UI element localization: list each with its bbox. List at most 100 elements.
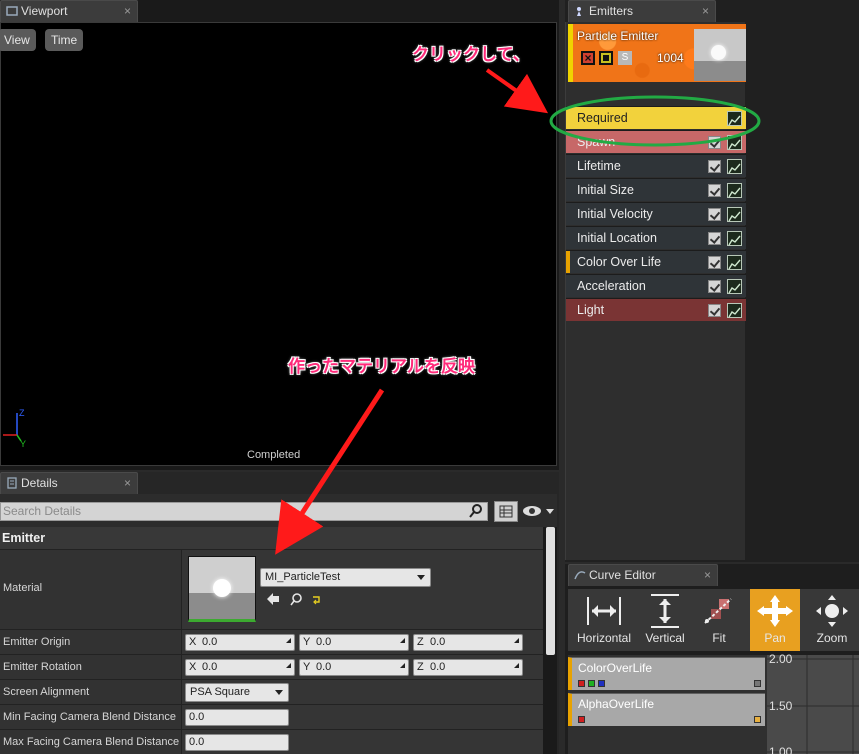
- module-required[interactable]: Required: [566, 106, 746, 129]
- zoom-button[interactable]: Zoom: [806, 589, 858, 651]
- module-initial-size[interactable]: Initial Size: [566, 178, 746, 201]
- search-details-input[interactable]: Search Details: [0, 502, 488, 521]
- spin-handle-icon[interactable]: [514, 638, 519, 643]
- enable-checkbox[interactable]: [708, 280, 721, 293]
- view-options-button[interactable]: [494, 501, 518, 522]
- track-toggle[interactable]: [754, 680, 761, 687]
- blue-channel-swatch[interactable]: [598, 680, 605, 687]
- category-emitter[interactable]: Emitter: [0, 527, 543, 549]
- red-channel-swatch[interactable]: [578, 680, 585, 687]
- visibility-eye-icon[interactable]: [522, 503, 556, 519]
- z-value-input[interactable]: Z 0.0: [413, 634, 523, 651]
- enable-checkbox[interactable]: [708, 184, 721, 197]
- close-icon[interactable]: ×: [704, 565, 711, 585]
- module-label: Acceleration: [577, 279, 646, 293]
- curve-toggle-icon[interactable]: [727, 183, 742, 198]
- scrollbar-thumb[interactable]: [546, 527, 555, 655]
- y-value-input[interactable]: Y 0.0: [299, 634, 409, 651]
- reset-to-default-icon[interactable]: [312, 595, 322, 605]
- x-value-input[interactable]: X 0.0: [185, 634, 295, 651]
- curve-toggle-icon[interactable]: [727, 135, 742, 150]
- axis-label: X: [189, 636, 197, 648]
- max-blend-input[interactable]: 0.0: [185, 734, 289, 751]
- horizontal-label: Horizontal: [576, 631, 632, 645]
- module-label: Spawn: [577, 135, 616, 149]
- view-button[interactable]: View: [0, 29, 36, 51]
- tab-viewport[interactable]: Viewport ×: [0, 0, 138, 22]
- enable-checkbox[interactable]: [708, 208, 721, 221]
- tab-details-label: Details: [21, 476, 58, 490]
- enable-checkbox[interactable]: [708, 304, 721, 317]
- browse-search-icon[interactable]: [290, 593, 304, 607]
- spin-handle-icon[interactable]: [286, 663, 291, 668]
- z-value-input[interactable]: Z 0.0: [413, 659, 523, 676]
- emitter-header[interactable]: Particle Emitter × S 1004: [568, 24, 746, 82]
- horizontal-fit-button[interactable]: Horizontal: [570, 589, 638, 651]
- module-light[interactable]: Light: [566, 298, 746, 321]
- curve-track-color[interactable]: ColorOverLife: [568, 657, 765, 690]
- enable-checkbox[interactable]: [708, 136, 721, 149]
- tab-details[interactable]: Details ×: [0, 472, 138, 494]
- min-blend-input[interactable]: 0.0: [185, 709, 289, 726]
- alpha-channel-swatch[interactable]: [578, 716, 585, 723]
- module-label: Color Over Life: [577, 255, 662, 269]
- tab-emitters[interactable]: Emitters ×: [568, 0, 716, 22]
- module-color-over-life[interactable]: Color Over Life: [566, 250, 746, 273]
- y-value-input[interactable]: Y 0.0: [299, 659, 409, 676]
- x-value-input[interactable]: X 0.0: [185, 659, 295, 676]
- close-icon[interactable]: ×: [124, 1, 131, 21]
- material-annotation: 作ったマテリアルを反映: [288, 357, 475, 376]
- viewport-canvas[interactable]: View Time Z Y Completed: [0, 22, 557, 466]
- curve-toggle-icon[interactable]: [727, 255, 742, 270]
- curve-toggle-icon[interactable]: [727, 231, 742, 246]
- grid-view-icon: [499, 505, 513, 518]
- tab-curve-editor[interactable]: Curve Editor ×: [568, 564, 718, 586]
- click-annotation: クリックして、: [412, 45, 530, 64]
- vertical-fit-button[interactable]: Vertical: [638, 589, 692, 651]
- enable-checkbox[interactable]: [708, 160, 721, 173]
- track-toggle[interactable]: [754, 716, 761, 723]
- screen-alignment-dropdown[interactable]: PSA Square: [185, 683, 289, 702]
- module-initial-velocity[interactable]: Initial Velocity: [566, 202, 746, 225]
- close-icon[interactable]: ×: [702, 1, 709, 21]
- module-lifetime[interactable]: Lifetime: [566, 154, 746, 177]
- close-icon[interactable]: ×: [124, 473, 131, 493]
- spin-handle-icon[interactable]: [286, 638, 291, 643]
- module-acceleration[interactable]: Acceleration: [566, 274, 746, 297]
- disable-emitter-icon[interactable]: ×: [581, 51, 595, 65]
- curve-track-label: ColorOverLife: [578, 661, 653, 675]
- spin-handle-icon[interactable]: [514, 663, 519, 668]
- use-selected-arrow-icon[interactable]: [266, 592, 280, 606]
- solo-badge[interactable]: S: [618, 51, 632, 65]
- curve-toggle-icon[interactable]: [727, 159, 742, 174]
- material-thumbnail[interactable]: [188, 556, 256, 622]
- time-button[interactable]: Time: [45, 29, 84, 51]
- curve-toggle-icon[interactable]: [727, 111, 742, 126]
- curve-toggle-icon[interactable]: [727, 207, 742, 222]
- curve-track-alpha[interactable]: AlphaOverLife: [568, 693, 765, 726]
- axis-label: X: [189, 661, 197, 673]
- spin-handle-icon[interactable]: [400, 663, 405, 668]
- axis-label: Y: [303, 661, 311, 673]
- enable-checkbox[interactable]: [708, 256, 721, 269]
- details-scrollbar[interactable]: [543, 527, 557, 754]
- material-dropdown[interactable]: MI_ParticleTest: [260, 568, 431, 587]
- module-spawn[interactable]: Spawn: [566, 130, 746, 153]
- axis-label: Y: [303, 636, 311, 648]
- search-icon[interactable]: [468, 503, 484, 519]
- curve-toggle-icon[interactable]: [727, 303, 742, 318]
- vertical-arrows-icon: [651, 594, 679, 628]
- spin-handle-icon[interactable]: [400, 638, 405, 643]
- render-mode-icon[interactable]: [599, 51, 613, 65]
- enable-checkbox[interactable]: [708, 232, 721, 245]
- curve-graph[interactable]: 2.00 1.50 1.00: [767, 652, 859, 754]
- module-label: Lifetime: [577, 159, 621, 173]
- green-channel-swatch[interactable]: [588, 680, 595, 687]
- pan-button[interactable]: Pan: [750, 589, 800, 651]
- tab-emitters-label: Emitters: [589, 4, 634, 18]
- module-label: Light: [577, 303, 605, 317]
- fit-button[interactable]: Fit: [694, 589, 744, 651]
- module-initial-location[interactable]: Initial Location: [566, 226, 746, 249]
- curve-toggle-icon[interactable]: [727, 279, 742, 294]
- material-row: Material MI_ParticleTest: [0, 549, 543, 629]
